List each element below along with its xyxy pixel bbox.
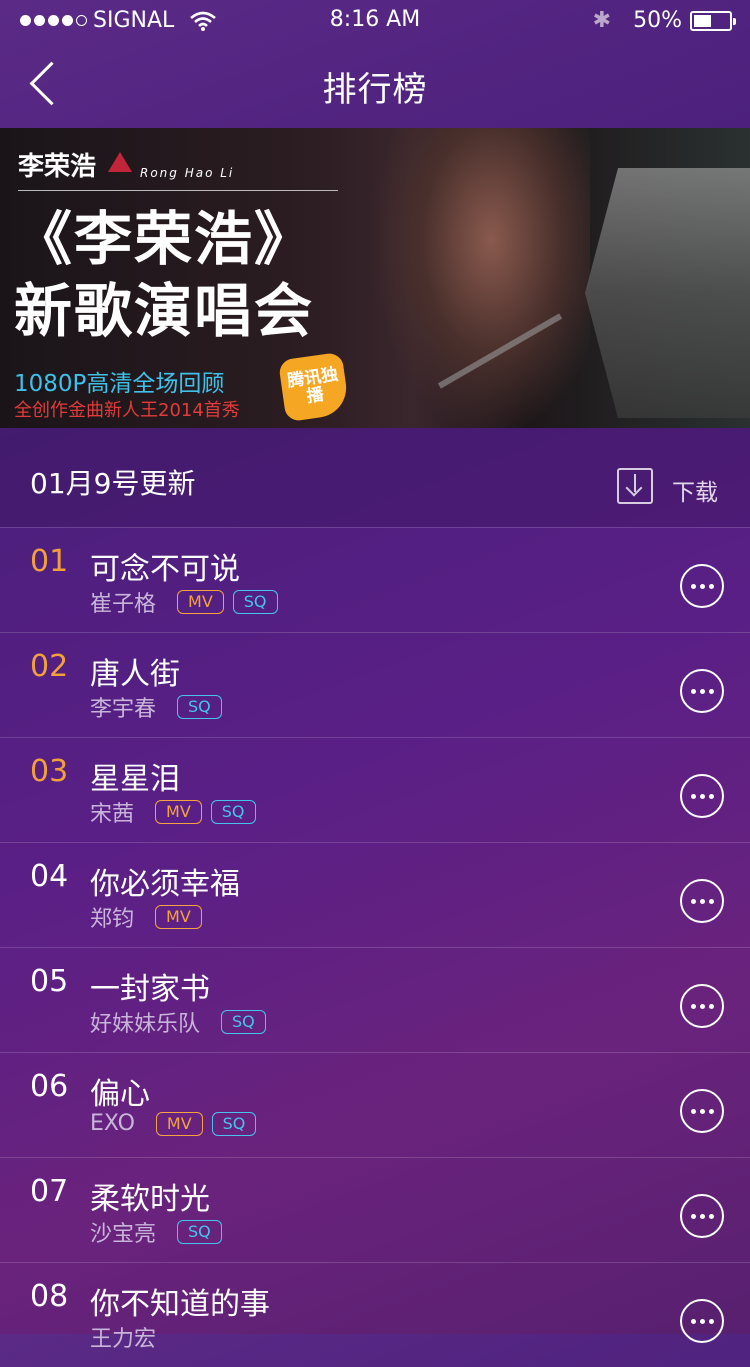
- more-options-icon[interactable]: [680, 774, 724, 818]
- song-row[interactable]: 01 可念不可说崔子格 MV SQ: [0, 527, 750, 632]
- concert-banner[interactable]: 李荣浩 Rong Hao Li 《李荣浩》 新歌演唱会 1080P高清全场回顾 …: [0, 128, 750, 428]
- rank-number: 05: [30, 964, 69, 999]
- song-title: 柔软时光: [90, 1182, 210, 1217]
- more-options-icon[interactable]: [680, 1089, 724, 1133]
- mv-badge[interactable]: MV: [155, 1111, 203, 1136]
- more-options-icon[interactable]: [680, 879, 724, 923]
- more-options-icon[interactable]: [680, 564, 724, 608]
- artist-name: 宋茜: [90, 802, 135, 827]
- rank-number: 01: [30, 544, 69, 579]
- rank-number: 08: [30, 1279, 69, 1314]
- song-title: 唐人街: [90, 657, 180, 692]
- rank-number: 06: [30, 1069, 69, 1104]
- mv-badge[interactable]: MV: [155, 905, 202, 929]
- rank-number: 04: [30, 859, 69, 894]
- song-row[interactable]: 05 一封家书好妹妹乐队 SQ: [0, 947, 750, 1052]
- song-row[interactable]: 03 星星泪宋茜 MV SQ: [0, 737, 750, 842]
- song-title: 星星泪: [90, 762, 180, 797]
- more-options-icon[interactable]: [680, 1194, 724, 1238]
- song-row[interactable]: 07 柔软时光沙宝亮 SQ: [0, 1157, 750, 1262]
- sq-badge: SQ: [177, 1220, 222, 1244]
- sq-badge: SQ: [221, 1010, 266, 1034]
- mv-badge[interactable]: MV: [177, 590, 224, 614]
- rank-number: 02: [30, 649, 69, 684]
- sq-badge: SQ: [232, 590, 278, 614]
- rank-number: 03: [30, 754, 69, 789]
- sq-badge: SQ: [177, 695, 222, 719]
- artist-name: 王力宏: [90, 1327, 157, 1352]
- tencent-exclusive-badge: 腾讯独播: [277, 351, 351, 423]
- artist-name: 崔子格: [90, 592, 157, 617]
- song-title: 你不知道的事: [90, 1287, 270, 1322]
- sq-badge: SQ: [210, 800, 256, 824]
- song-row[interactable]: 02 唐人街李宇春 SQ: [0, 632, 750, 737]
- song-row[interactable]: 08 你不知道的事王力宏: [0, 1262, 750, 1367]
- banner-subtitle: 1080P高清全场回顾: [14, 371, 225, 397]
- triangle-logo-icon: [108, 152, 132, 172]
- song-title: 可念不可说: [90, 552, 240, 587]
- song-title: 一封家书: [90, 972, 210, 1007]
- page-title: 排行榜: [322, 70, 428, 110]
- more-options-icon[interactable]: [680, 669, 724, 713]
- download-icon[interactable]: [617, 468, 653, 504]
- artist-name: 沙宝亮: [90, 1222, 157, 1247]
- sq-badge: SQ: [211, 1111, 257, 1136]
- download-button[interactable]: 下载: [672, 473, 718, 507]
- update-date: 01月9号更新: [30, 467, 196, 500]
- banner-subtitle-2: 全创作金曲新人王2014首秀: [14, 400, 240, 421]
- nav-bar: 排行榜: [0, 40, 750, 128]
- banner-artist-english: Rong Hao Li: [140, 166, 235, 180]
- banner-photo-frame: [585, 168, 750, 418]
- more-options-icon[interactable]: [680, 1299, 724, 1343]
- banner-portrait: [370, 128, 590, 428]
- battery-icon: [690, 10, 736, 31]
- battery-percent: 50%: [633, 8, 682, 33]
- status-bar: SIGNAL 8:16 AM ✱ 50%: [0, 0, 750, 40]
- rank-number: 07: [30, 1174, 69, 1209]
- song-row[interactable]: 06 偏心 EXO MV SQ: [0, 1052, 750, 1157]
- artist-name: EXO: [90, 1111, 135, 1136]
- song-title: 你必须幸福: [90, 867, 240, 902]
- banner-headline-2: 新歌演唱会: [14, 277, 315, 345]
- song-row[interactable]: 04 你必须幸福郑钧 MV: [0, 842, 750, 947]
- bluetooth-icon: ✱: [592, 8, 612, 33]
- artist-name: 好妹妹乐队: [90, 1012, 201, 1037]
- artist-name: 郑钧: [90, 907, 135, 932]
- song-title: 偏心: [90, 1077, 150, 1112]
- chart-header: 01月9号更新 下载: [0, 428, 750, 527]
- song-list: 01 可念不可说崔子格 MV SQ 02 唐人街李宇春 SQ 03 星星泪宋茜 MV SQ 04 你必须…: [0, 527, 750, 1367]
- mv-badge[interactable]: MV: [155, 800, 202, 824]
- banner-artist-name: 李荣浩: [18, 152, 97, 182]
- more-options-icon[interactable]: [680, 984, 724, 1028]
- artist-name: 李宇春: [90, 697, 157, 722]
